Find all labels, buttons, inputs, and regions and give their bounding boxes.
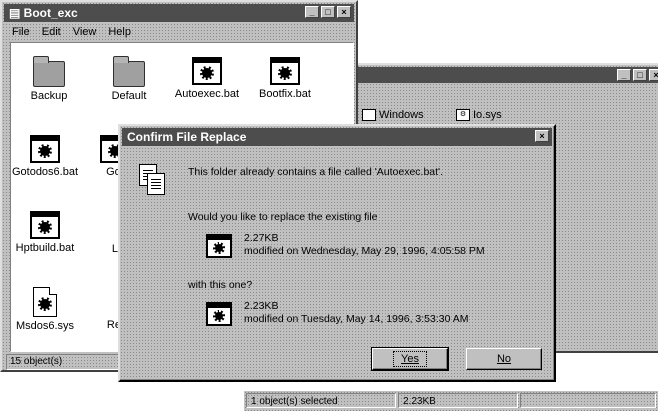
existing-file-icon (206, 234, 232, 258)
file-label: Gotodos6.bat (11, 166, 79, 178)
menu-view[interactable]: View (73, 24, 97, 40)
window-icon: ▤ (9, 6, 24, 20)
existing-file-modified: modified on Wednesday, May 29, 1996, 4:0… (244, 245, 485, 257)
file-label: Windows (379, 109, 424, 121)
back-window-titlebar[interactable]: _ □ × (344, 67, 658, 83)
file-item-default[interactable]: Default (93, 56, 165, 103)
folder-icon (113, 56, 145, 87)
folder-icon (33, 56, 65, 87)
file-item-autoexec[interactable]: Autoexec.bat (171, 57, 243, 101)
close-icon[interactable]: × (649, 69, 658, 81)
file-item-backup[interactable]: Backup (13, 56, 85, 103)
file-label: Hptbuild.bat (15, 242, 75, 254)
menu-file[interactable]: File (12, 24, 30, 40)
maximize-icon[interactable]: □ (633, 69, 647, 81)
close-icon[interactable]: × (535, 130, 549, 142)
selection-status: 1 object(s) selected (246, 393, 396, 408)
dialog-with-label: with this one? (188, 279, 253, 291)
confirm-replace-dialog: Confirm File Replace × This folder alrea… (118, 124, 556, 382)
new-file-modified: modified on Tuesday, May 14, 1996, 3:53:… (244, 313, 469, 325)
menu-help[interactable]: Help (108, 24, 131, 40)
new-file-icon (206, 302, 232, 326)
file-label: Default (111, 90, 147, 102)
back-window-statusbar: 1 object(s) selected 2.23KB (244, 391, 658, 411)
status-empty (520, 393, 656, 408)
window-title: Boot_exc (23, 6, 78, 20)
menu-bar: File Edit View Help (6, 24, 131, 40)
menu-edit[interactable]: Edit (42, 24, 61, 40)
file-replace-icon (139, 164, 167, 196)
minimize-icon[interactable]: _ (617, 69, 631, 81)
file-label: Backup (30, 90, 68, 102)
explorer-titlebar[interactable]: ▤ Boot_exc _ □ × (4, 4, 354, 22)
file-label: Autoexec.bat (174, 88, 240, 100)
no-button[interactable]: No (466, 348, 542, 370)
batch-file-icon (270, 57, 300, 85)
yes-button[interactable]: Yes (371, 347, 449, 371)
file-item-gotodos6[interactable]: Gotodos6.bat (9, 135, 81, 179)
folder-icon (362, 109, 376, 121)
file-item-bootfix[interactable]: Bootfix.bat (249, 57, 321, 101)
file-label: Io.sys (473, 109, 502, 121)
batch-file-icon (30, 135, 60, 163)
size-status: 2.23KB (398, 393, 518, 408)
close-icon[interactable]: × (337, 6, 351, 18)
system-file-icon (33, 287, 57, 317)
minimize-icon[interactable]: _ (305, 6, 319, 18)
batch-file-icon (192, 57, 222, 85)
system-file-icon: ⚙ (456, 109, 470, 121)
dialog-message: This folder already contains a file call… (188, 166, 443, 178)
file-item-windows[interactable]: Windows (362, 109, 424, 121)
file-item-io-sys[interactable]: ⚙ Io.sys (456, 109, 502, 121)
dialog-question: Would you like to replace the existing f… (188, 211, 378, 223)
new-file-size: 2.23KB (244, 300, 279, 312)
file-item-hptbuild[interactable]: Hptbuild.bat (9, 211, 81, 255)
dialog-titlebar[interactable]: Confirm File Replace × (122, 128, 552, 146)
file-label: Msdos6.sys (15, 320, 75, 332)
dialog-title: Confirm File Replace (127, 130, 247, 144)
file-item-msdos6[interactable]: Msdos6.sys (9, 287, 81, 333)
maximize-icon[interactable]: □ (321, 6, 335, 18)
batch-file-icon (30, 211, 60, 239)
file-label: Bootfix.bat (259, 88, 311, 100)
existing-file-size: 2.27KB (244, 232, 279, 244)
